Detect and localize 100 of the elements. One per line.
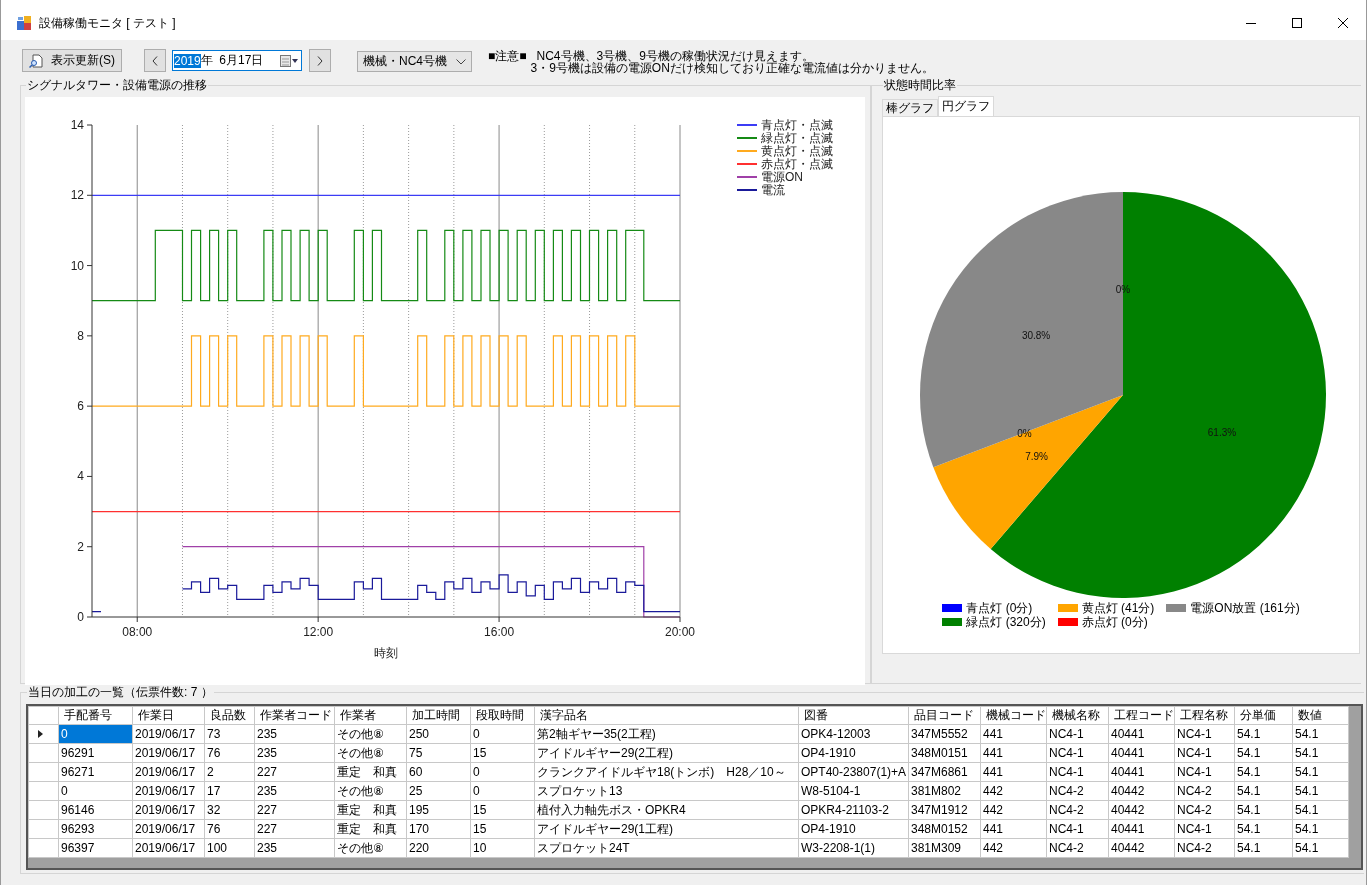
table-cell: 227 <box>254 762 335 782</box>
table-cell: 235 <box>254 838 335 858</box>
table-cell: NC4-1 <box>1174 724 1235 744</box>
table-cell: 54.1 <box>1234 819 1293 839</box>
column-header[interactable]: 手配番号 <box>58 706 133 725</box>
table-cell: 17 <box>204 781 255 801</box>
table-cell: OPKR4-21103-2 <box>798 800 909 820</box>
table-cell: 重定 和真 <box>334 819 407 839</box>
table-cell: NC4-1 <box>1046 743 1109 763</box>
table-cell: 441 <box>980 819 1047 839</box>
column-header[interactable]: 段取時間 <box>470 706 535 725</box>
table-cell: 2019/06/17 <box>132 838 205 858</box>
table-cell: 2019/06/17 <box>132 781 205 801</box>
table-cell: 75 <box>406 743 471 763</box>
column-header[interactable]: 加工時間 <box>406 706 471 725</box>
next-button[interactable] <box>309 49 331 72</box>
table-cell: NC4-2 <box>1046 838 1109 858</box>
table-cell: 10 <box>470 838 535 858</box>
group-title: 状態時間比率 <box>883 77 957 94</box>
table-cell: W3-2208-1(1) <box>798 838 909 858</box>
table-cell: 40441 <box>1108 819 1175 839</box>
column-header[interactable]: 作業者コード <box>254 706 335 725</box>
table-cell: 96271 <box>58 762 133 782</box>
legend-label: 電源ON放置 (161分) <box>1190 599 1300 617</box>
axis-title: 時刻 <box>374 646 398 660</box>
table-cell: 76 <box>204 819 255 839</box>
table-cell: 54.1 <box>1292 724 1349 744</box>
machine-dropdown[interactable]: 機械・NC4号機 <box>357 51 472 72</box>
column-header[interactable]: 作業者 <box>334 706 407 725</box>
tab[interactable]: 円グラフ <box>938 96 994 116</box>
tick-label: 12 <box>70 188 84 203</box>
column-header[interactable]: 品目コード <box>908 706 981 725</box>
table-cell: 40441 <box>1108 743 1175 763</box>
table-cell: 2019/06/17 <box>132 800 205 820</box>
tick-label: 12:00 <box>303 625 334 639</box>
table-cell: 54.1 <box>1292 762 1349 782</box>
table-cell: 54.1 <box>1234 838 1293 858</box>
column-header[interactable]: 工程コード <box>1108 706 1175 725</box>
table-cell: 0 <box>470 762 535 782</box>
legend-label: 青点灯・点滅 <box>761 118 833 132</box>
column-header[interactable]: 工程名称 <box>1174 706 1235 725</box>
tick-label: 4 <box>77 469 84 484</box>
table-cell: NC4-1 <box>1046 762 1109 782</box>
table-cell: 54.1 <box>1292 781 1349 801</box>
table-cell: 15 <box>470 743 535 763</box>
table-cell: NC4-1 <box>1174 743 1235 763</box>
column-header[interactable]: 機械名称 <box>1046 706 1109 725</box>
table-cell: 第2軸ギヤー35(2工程) <box>534 724 799 744</box>
table-cell: 96146 <box>58 800 133 820</box>
table-cell: 25 <box>406 781 471 801</box>
table-cell: 195 <box>406 800 471 820</box>
table-cell: OP4-1910 <box>798 819 909 839</box>
date-text: 2019 <box>174 53 201 68</box>
table-cell: 220 <box>406 838 471 858</box>
group-title: 当日の加工の一覧（伝票件数: 7 ） <box>27 684 214 701</box>
table-cell: NC4-2 <box>1046 781 1109 801</box>
table-cell: 2019/06/17 <box>132 724 205 744</box>
table-cell: 235 <box>254 743 335 763</box>
table-cell: 442 <box>980 781 1047 801</box>
table-cell: 重定 和真 <box>334 762 407 782</box>
table-cell: その他⑧ <box>334 838 407 858</box>
column-header[interactable]: 図番 <box>798 706 909 725</box>
table-cell: NC4-2 <box>1174 800 1235 820</box>
table-cell: 2019/06/17 <box>132 762 205 782</box>
tick-label: 08:00 <box>122 625 153 639</box>
legend-label: 電源ON <box>761 170 803 184</box>
date-text: 年 6月17日 <box>200 52 264 69</box>
table-cell: 植付入力軸先ボス・OPKR4 <box>534 800 799 820</box>
table-cell: 347M1912 <box>908 800 981 820</box>
table-cell: 347M6861 <box>908 762 981 782</box>
table-cell: NC4-2 <box>1174 781 1235 801</box>
table-cell: 32 <box>204 800 255 820</box>
table-cell: その他⑧ <box>334 724 407 744</box>
table-cell: 227 <box>254 819 335 839</box>
table-cell: 227 <box>254 800 335 820</box>
legend-label: 青点灯 (0分) <box>966 599 1033 615</box>
date-picker[interactable]: 2019年 6月17日 <box>172 50 302 71</box>
column-header[interactable]: 良品数 <box>204 706 255 725</box>
tick-label: 2 <box>77 539 84 554</box>
column-header[interactable]: 作業日 <box>132 706 205 725</box>
table-cell: 2019/06/17 <box>132 819 205 839</box>
table-cell: NC4-1 <box>1046 724 1109 744</box>
tick-label: 20:00 <box>665 625 695 639</box>
table-cell: 2019/06/17 <box>132 743 205 763</box>
tab[interactable]: 棒グラフ <box>882 99 938 116</box>
table-cell: NC4-2 <box>1046 800 1109 820</box>
previous-button[interactable] <box>144 49 166 72</box>
legend-label: 緑点灯・点滅 <box>761 131 833 145</box>
table-cell: スプロケット13 <box>534 781 799 801</box>
column-header[interactable]: 漢字品名 <box>534 706 799 725</box>
refresh-button[interactable]: 表示更新(S) <box>22 49 122 72</box>
table-cell: 54.1 <box>1292 800 1349 820</box>
table-cell: 54.1 <box>1234 724 1293 744</box>
data-label: 61.3% <box>1207 426 1237 438</box>
column-header[interactable]: 数値 <box>1292 706 1349 725</box>
column-header[interactable]: 分単価 <box>1234 706 1293 725</box>
table-cell: 54.1 <box>1234 762 1293 782</box>
column-header[interactable]: 機械コード <box>980 706 1047 725</box>
maximize-icon <box>1292 18 1302 28</box>
close-icon <box>1338 18 1348 28</box>
